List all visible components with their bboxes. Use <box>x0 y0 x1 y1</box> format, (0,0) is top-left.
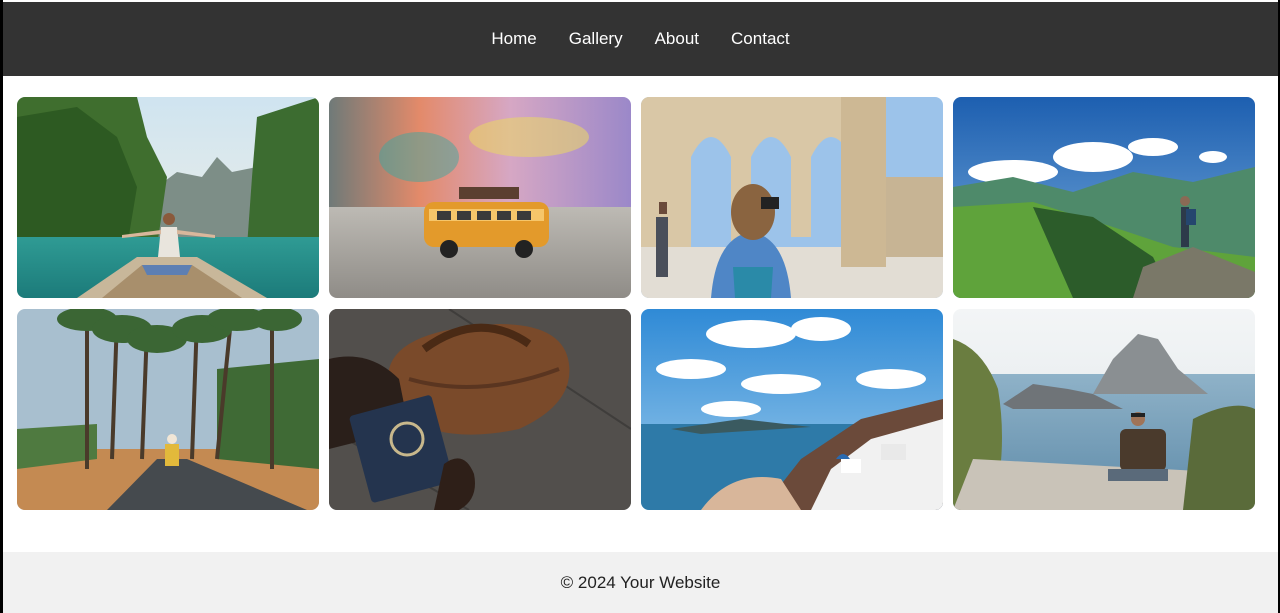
nav-gallery-link[interactable]: Gallery <box>569 29 623 49</box>
sea-cliff-image <box>953 309 1255 510</box>
gallery-photo-bag-passport[interactable] <box>329 309 631 510</box>
gallery-photo-mountain-hiker[interactable] <box>953 97 1255 298</box>
site-footer: © 2024 Your Website <box>3 552 1278 613</box>
top-nav: Home Gallery About Contact <box>3 2 1278 76</box>
nav-home-link[interactable]: Home <box>491 29 536 49</box>
boat-lagoon-image <box>17 97 319 298</box>
gallery-photo-santorini[interactable] <box>641 309 943 510</box>
nav-contact-link[interactable]: Contact <box>731 29 790 49</box>
gallery-photo-boat-lagoon[interactable] <box>17 97 319 298</box>
palm-road-image <box>17 309 319 510</box>
photo-gallery <box>17 97 1255 510</box>
gallery-photo-palm-road[interactable] <box>17 309 319 510</box>
bag-passport-image <box>329 309 631 510</box>
arches-image <box>641 97 943 298</box>
mountain-hiker-image <box>953 97 1255 298</box>
santorini-image <box>641 309 943 510</box>
gallery-photo-arches[interactable] <box>641 97 943 298</box>
page: Home Gallery About Contact © 2024 Your W… <box>3 0 1278 613</box>
gallery-photo-sea-cliff[interactable] <box>953 309 1255 510</box>
footer-copyright: © 2024 Your Website <box>560 572 721 592</box>
nav-about-link[interactable]: About <box>655 29 699 49</box>
toy-van-image <box>329 97 631 298</box>
gallery-photo-toy-van[interactable] <box>329 97 631 298</box>
